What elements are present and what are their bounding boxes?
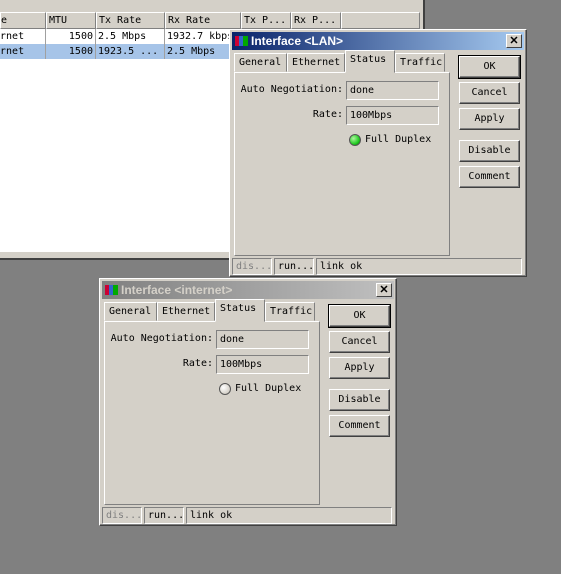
tab-general[interactable]: General <box>104 302 157 321</box>
status-panel: Auto Negotiation: done Rate: 100Mbps Ful… <box>104 321 320 505</box>
title-bar[interactable]: Interface <internet> ✕ <box>102 281 394 299</box>
tab-traffic[interactable]: Traffic <box>265 302 315 321</box>
column-tx-rate[interactable]: Tx Rate <box>96 12 165 29</box>
tab-ethernet[interactable]: Ethernet <box>157 302 215 321</box>
status-cell-1: run... <box>144 507 184 524</box>
close-button[interactable]: ✕ <box>506 34 522 48</box>
full-duplex-label: Full Duplex <box>235 383 302 394</box>
interface-dialog-1: Interface <internet> ✕ General Ethernet St… <box>99 278 397 526</box>
column-tx-packets[interactable]: Tx P... <box>241 12 291 29</box>
column-blank <box>341 12 420 29</box>
tab-traffic[interactable]: Traffic <box>395 53 445 72</box>
dialog-title: Interface <LAN> <box>251 34 344 48</box>
auto-negotiation-label: Auto Negotiation: <box>240 84 343 95</box>
app-icon <box>105 285 118 295</box>
auto-negotiation-field: done <box>216 330 309 349</box>
full-duplex-indicator-icon <box>349 134 361 146</box>
ok-button[interactable]: OK <box>458 55 521 79</box>
rate-label: Rate: <box>182 358 213 369</box>
auto-negotiation-field: done <box>346 81 439 100</box>
close-button[interactable]: ✕ <box>376 283 392 297</box>
rate-field: 100Mbps <box>346 106 439 125</box>
full-duplex-indicator-icon <box>219 383 231 395</box>
disable-button[interactable]: Disable <box>329 389 390 411</box>
status-cell-2: link ok <box>186 507 392 524</box>
cell-type: ernet <box>0 29 46 44</box>
comment-button[interactable]: Comment <box>459 166 520 188</box>
disable-button[interactable]: Disable <box>459 140 520 162</box>
status-cell-1: run... <box>274 258 314 275</box>
rate-label: Rate: <box>312 109 343 120</box>
column-mtu[interactable]: MTU <box>46 12 96 29</box>
ok-button[interactable]: OK <box>328 304 391 328</box>
column-rx-packets[interactable]: Rx P... <box>291 12 341 29</box>
apply-button[interactable]: Apply <box>329 357 390 379</box>
rate-field: 100Mbps <box>216 355 309 374</box>
cell-type: ernet <box>0 44 46 59</box>
auto-negotiation-label: Auto Negotiation: <box>110 333 213 344</box>
cell-mtu: 1500 <box>46 29 96 44</box>
table-header: pe MTU Tx Rate Rx Rate Tx P... Rx P... <box>0 12 420 29</box>
tab-ethernet[interactable]: Ethernet <box>287 53 345 72</box>
tab-status[interactable]: Status <box>345 50 395 73</box>
comment-button[interactable]: Comment <box>329 415 390 437</box>
status-panel: Auto Negotiation: done Rate: 100Mbps Ful… <box>234 72 450 256</box>
cancel-button[interactable]: Cancel <box>329 331 390 353</box>
status-cell-2: link ok <box>316 258 522 275</box>
full-duplex-label: Full Duplex <box>365 134 432 145</box>
status-cell-0: dis... <box>232 258 272 275</box>
column-rx-rate[interactable]: Rx Rate <box>165 12 241 29</box>
tab-status[interactable]: Status <box>215 299 265 322</box>
interface-dialog-0: Interface <LAN> ✕ General Ethernet Status T… <box>229 29 527 277</box>
column-type[interactable]: pe <box>0 12 46 29</box>
cell-mtu: 1500 <box>46 44 96 59</box>
dialog-title: Interface <internet> <box>121 283 233 297</box>
title-bar[interactable]: Interface <LAN> ✕ <box>232 32 524 50</box>
tab-general[interactable]: General <box>234 53 287 72</box>
app-icon <box>235 36 248 46</box>
apply-button[interactable]: Apply <box>459 108 520 130</box>
cancel-button[interactable]: Cancel <box>459 82 520 104</box>
status-cell-0: dis... <box>102 507 142 524</box>
cell-tx-rate: 2.5 Mbps <box>96 29 165 44</box>
cell-tx-rate: 1923.5 ... <box>96 44 165 59</box>
